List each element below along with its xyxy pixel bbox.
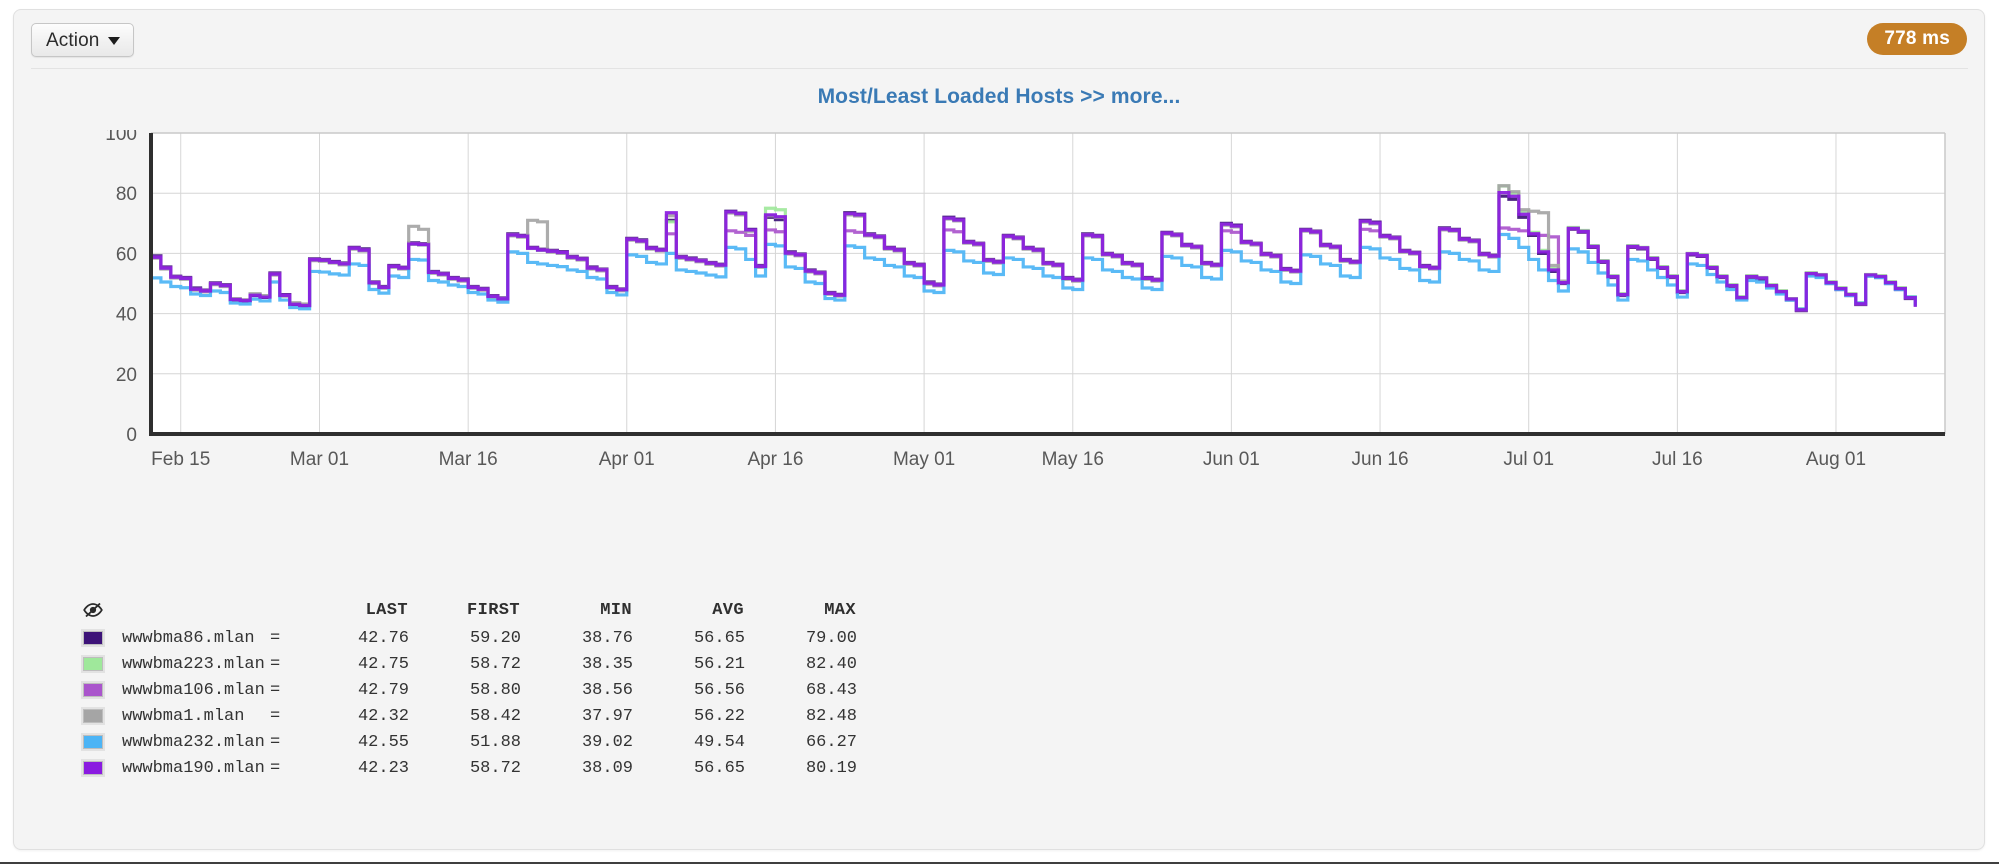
legend-value-first: 51.88 bbox=[409, 733, 521, 752]
legend-value-last: 42.76 bbox=[297, 629, 409, 648]
legend-value-avg: 56.56 bbox=[633, 681, 745, 700]
legend-row[interactable]: wwwbma223.mlan=42.7558.7238.3556.2182.40 bbox=[74, 651, 857, 677]
legend-value-first: 58.80 bbox=[409, 681, 521, 700]
legend-value-last: 42.79 bbox=[297, 681, 409, 700]
y-axis-tick-label: 40 bbox=[116, 305, 137, 326]
legend-color-swatch[interactable] bbox=[81, 655, 105, 673]
legend-value-last: 42.23 bbox=[297, 759, 409, 778]
legend-value-min: 38.35 bbox=[521, 655, 633, 674]
legend-host-name: wwwbma106.mlan bbox=[122, 681, 270, 700]
legend-value-avg: 49.54 bbox=[633, 733, 745, 752]
legend-row[interactable]: wwwbma232.mlan=42.5551.8839.0249.5466.27 bbox=[74, 729, 857, 755]
legend-host-name: wwwbma190.mlan bbox=[122, 759, 270, 778]
x-axis-tick-label: May 16 bbox=[1042, 449, 1104, 470]
y-axis-tick-label: 60 bbox=[116, 244, 137, 265]
legend-equals: = bbox=[270, 733, 297, 752]
legend-value-avg: 56.65 bbox=[633, 629, 745, 648]
legend-color-swatch[interactable] bbox=[81, 759, 105, 777]
chart-plot-area: 0 20 40 60 80 100 Feb 15 Mar 01 Mar 16 Apr 01 Apr … bbox=[14, 130, 1986, 580]
toolbar: Action 778 ms bbox=[14, 10, 1984, 69]
legend-host-name: wwwbma1.mlan bbox=[122, 707, 270, 726]
legend-value-max: 66.27 bbox=[745, 733, 857, 752]
chart-svg: 0 20 40 60 80 100 Feb 15 Mar 01 Mar 16 Apr 01 Apr … bbox=[14, 130, 1986, 580]
legend-row[interactable]: wwwbma1.mlan =42.3258.4237.9756.2282.48 bbox=[74, 703, 857, 729]
action-button[interactable]: Action bbox=[31, 23, 134, 57]
legend-value-min: 38.56 bbox=[521, 681, 633, 700]
legend-row[interactable]: wwwbma106.mlan=42.7958.8038.5656.5668.43 bbox=[74, 677, 857, 703]
x-axis-tick-label: Jul 16 bbox=[1652, 449, 1703, 470]
y-axis-tick-label: 20 bbox=[116, 365, 137, 386]
screenshot-root: Action 778 ms Most/Least Loaded Hosts >>… bbox=[0, 0, 1999, 866]
legend-host-name: wwwbma86.mlan bbox=[122, 629, 270, 648]
eye-icon[interactable] bbox=[82, 599, 104, 621]
x-axis-tick-label: Apr 16 bbox=[747, 449, 803, 470]
legend-column-first: FIRST bbox=[408, 601, 520, 620]
legend-value-avg: 56.65 bbox=[633, 759, 745, 778]
legend-value-first: 58.72 bbox=[409, 655, 521, 674]
x-axis-tick-label: Mar 01 bbox=[290, 449, 349, 470]
legend-host-name: wwwbma232.mlan bbox=[122, 733, 270, 752]
legend-value-max: 80.19 bbox=[745, 759, 857, 778]
legend-value-min: 39.02 bbox=[521, 733, 633, 752]
chart-title-link[interactable]: Most/Least Loaded Hosts >> more... bbox=[14, 85, 1984, 109]
legend-value-max: 82.40 bbox=[745, 655, 857, 674]
legend-column-last: LAST bbox=[296, 601, 408, 620]
legend-value-first: 58.72 bbox=[409, 759, 521, 778]
legend-value-max: 82.48 bbox=[745, 707, 857, 726]
legend-value-first: 58.42 bbox=[409, 707, 521, 726]
toolbar-divider bbox=[31, 68, 1968, 69]
legend-value-avg: 56.22 bbox=[633, 707, 745, 726]
legend-value-min: 38.76 bbox=[521, 629, 633, 648]
timing-badge: 778 ms bbox=[1867, 23, 1967, 55]
legend-value-max: 68.43 bbox=[745, 681, 857, 700]
x-axis-tick-label: Jun 16 bbox=[1352, 449, 1409, 470]
legend-color-swatch[interactable] bbox=[81, 707, 105, 725]
legend-value-avg: 56.21 bbox=[633, 655, 745, 674]
legend-equals: = bbox=[270, 629, 297, 648]
legend-value-min: 38.09 bbox=[521, 759, 633, 778]
legend-equals: = bbox=[270, 759, 297, 778]
legend-host-name: wwwbma223.mlan bbox=[122, 655, 270, 674]
legend-color-swatch[interactable] bbox=[81, 629, 105, 647]
bottom-rule bbox=[0, 862, 1999, 864]
legend: LAST FIRST MIN AVG MAX wwwbma86.mlan =42… bbox=[74, 595, 857, 781]
chevron-down-icon bbox=[108, 37, 120, 45]
legend-value-min: 37.97 bbox=[521, 707, 633, 726]
legend-column-max: MAX bbox=[744, 601, 856, 620]
legend-color-swatch[interactable] bbox=[81, 733, 105, 751]
widget-panel: Action 778 ms Most/Least Loaded Hosts >>… bbox=[13, 9, 1985, 850]
x-axis-tick-label: Apr 01 bbox=[599, 449, 655, 470]
legend-value-first: 59.20 bbox=[409, 629, 521, 648]
legend-column-avg: AVG bbox=[632, 601, 744, 620]
legend-column-min: MIN bbox=[520, 601, 632, 620]
legend-equals: = bbox=[270, 681, 297, 700]
legend-row[interactable]: wwwbma190.mlan=42.2358.7238.0956.6580.19 bbox=[74, 755, 857, 781]
legend-value-last: 42.55 bbox=[297, 733, 409, 752]
x-axis-tick-label: Jul 01 bbox=[1503, 449, 1554, 470]
x-axis-tick-label: Jun 01 bbox=[1203, 449, 1260, 470]
legend-value-max: 79.00 bbox=[745, 629, 857, 648]
legend-color-swatch[interactable] bbox=[81, 681, 105, 699]
y-axis-tick-label: 100 bbox=[105, 130, 137, 145]
y-axis-tick-label: 80 bbox=[116, 184, 137, 205]
legend-value-last: 42.32 bbox=[297, 707, 409, 726]
x-axis-tick-label: Aug 01 bbox=[1806, 449, 1866, 470]
x-axis-tick-label: Feb 15 bbox=[151, 449, 210, 470]
legend-row[interactable]: wwwbma86.mlan =42.7659.2038.7656.6579.00 bbox=[74, 625, 857, 651]
legend-rows: wwwbma86.mlan =42.7659.2038.7656.6579.00… bbox=[74, 625, 857, 781]
action-button-label: Action bbox=[46, 31, 99, 50]
legend-equals: = bbox=[270, 707, 297, 726]
legend-value-last: 42.75 bbox=[297, 655, 409, 674]
x-axis-tick-label: Mar 16 bbox=[439, 449, 498, 470]
legend-header: LAST FIRST MIN AVG MAX bbox=[74, 595, 857, 625]
x-axis-tick-label: May 01 bbox=[893, 449, 955, 470]
y-axis-tick-label: 0 bbox=[126, 425, 137, 446]
legend-equals: = bbox=[270, 655, 297, 674]
